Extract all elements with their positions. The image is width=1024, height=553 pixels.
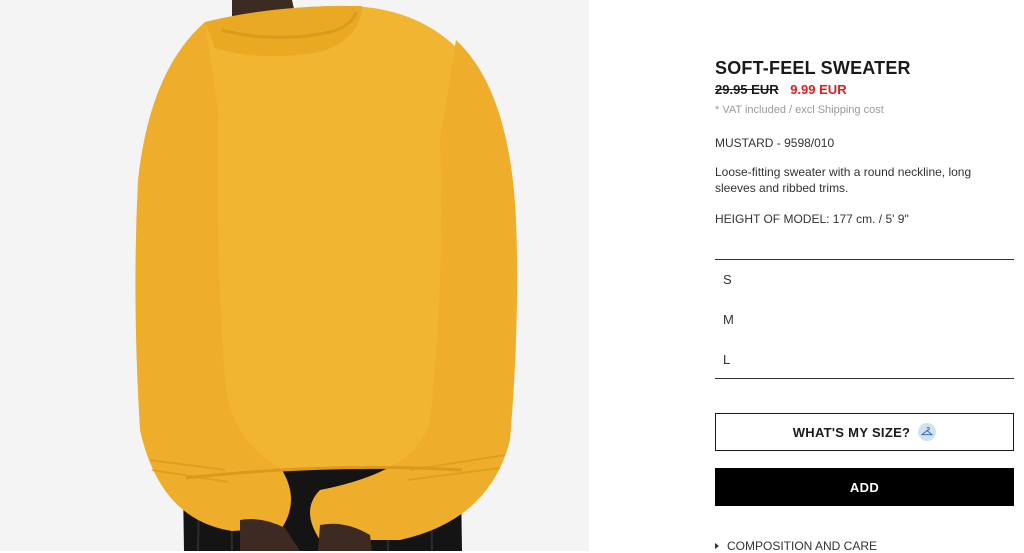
whats-my-size-button[interactable]: WHAT'S MY SIZE? [715,413,1014,451]
color-reference: MUSTARD - 9598/010 [715,136,835,150]
sale-price: 9.99 EUR [790,82,847,97]
product-info-panel: SOFT-FEEL SWEATER 29.95 EUR 9.99 EUR * V… [715,0,1014,553]
triangle-right-icon [715,543,719,549]
old-price: 29.95 EUR [715,82,779,97]
price-row: 29.95 EUR 9.99 EUR [715,82,847,97]
size-option-s[interactable]: S [715,260,1014,300]
hanger-icon [918,423,937,441]
size-label: L [723,352,731,367]
size-option-m[interactable]: M [715,300,1014,340]
product-title: SOFT-FEEL SWEATER [715,58,911,78]
size-selector: S M L [715,259,1014,379]
add-to-cart-button[interactable]: ADD [715,468,1014,506]
size-label: S [723,272,732,287]
size-label: M [723,312,734,327]
product-image[interactable] [0,0,589,551]
whats-my-size-label: WHAT'S MY SIZE? [792,424,911,440]
size-option-l[interactable]: L [715,340,1014,380]
model-height: HEIGHT OF MODEL: 177 cm. / 5' 9" [715,212,909,226]
vat-note: * VAT included / excl Shipping cost [715,104,884,116]
sweater-illustration [0,0,589,551]
product-description: Loose-fitting sweater with a round neckl… [715,165,972,195]
